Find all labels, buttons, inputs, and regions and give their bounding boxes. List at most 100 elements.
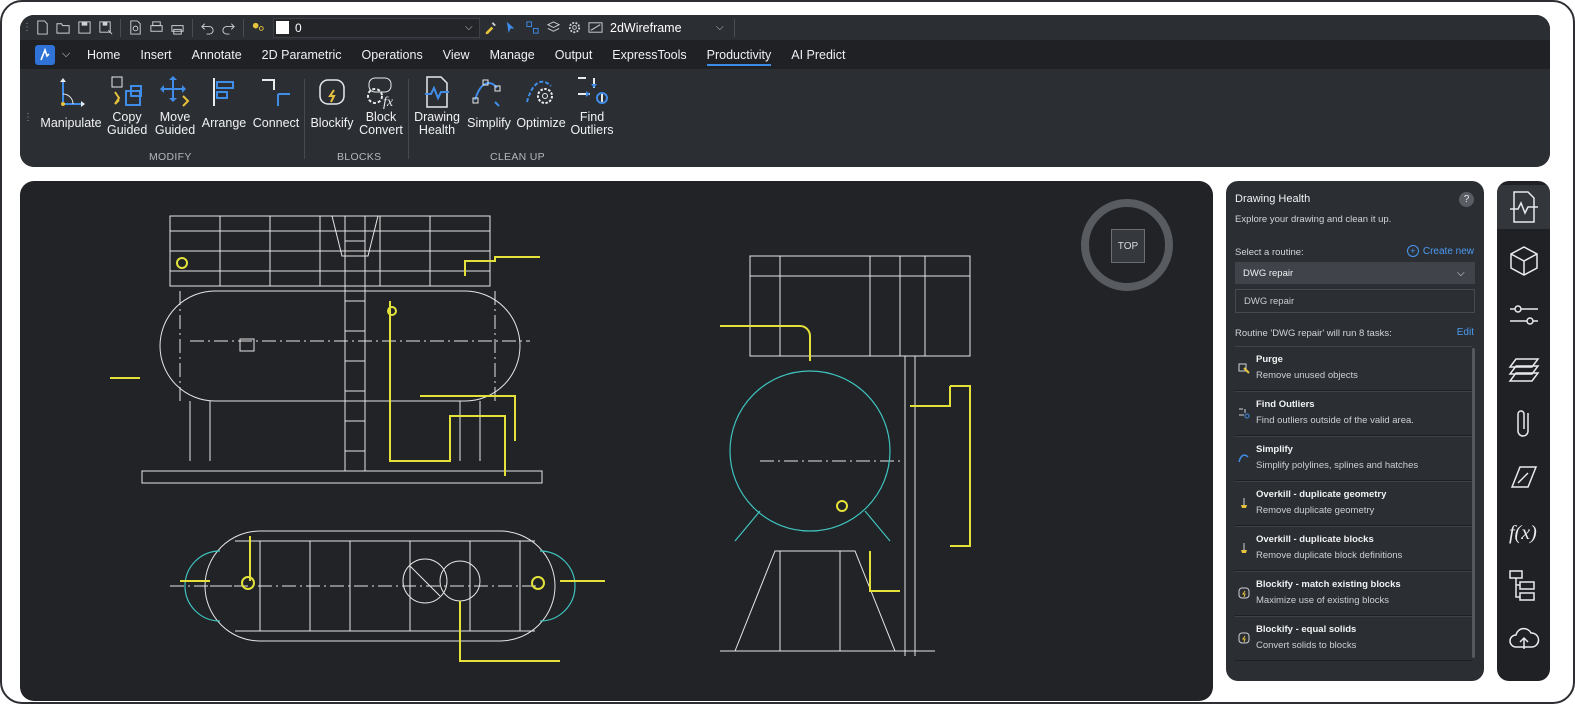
chevron-down-icon: ⌵ [465, 22, 473, 33]
task-item-overkill-blocks[interactable]: Overkill - duplicate blocks Remove dupli… [1235, 526, 1472, 571]
connect-button[interactable]: Connect [250, 73, 302, 130]
task-description: Maximize use of existing blocks [1256, 595, 1390, 606]
app-menu-icon[interactable] [35, 44, 55, 65]
save-icon[interactable] [74, 18, 94, 38]
tab-home[interactable]: Home [87, 44, 120, 66]
properties-icon[interactable] [522, 18, 542, 38]
blockify-button[interactable]: Blockify [308, 73, 356, 130]
layers-icon[interactable] [543, 18, 563, 38]
drawing-canvas[interactable]: TOP [20, 181, 1213, 701]
save-as-icon[interactable] [95, 18, 115, 38]
tabs-menu-chevron-icon[interactable]: ⌵ [55, 48, 77, 61]
routine-dropdown[interactable]: DWG repair ⌵ [1235, 262, 1475, 284]
move-guided-button[interactable]: Move Guided [153, 73, 197, 137]
blockify-icon [319, 79, 345, 105]
tab-output[interactable]: Output [555, 44, 593, 66]
blockify-icon [1238, 587, 1250, 599]
plot-icon[interactable] [167, 18, 187, 38]
copy-guided-button[interactable]: Copy Guided [107, 73, 147, 137]
task-title: Overkill - duplicate blocks [1256, 534, 1374, 545]
print-icon[interactable] [146, 18, 166, 38]
drawing-health-panel: Drawing Health ? Explore your drawing an… [1226, 181, 1484, 681]
structure-icon[interactable] [1497, 239, 1550, 283]
tab-annotate[interactable]: Annotate [192, 44, 242, 66]
task-description: Simplify polylines, splines and hatches [1256, 460, 1419, 471]
panel-subtitle: Explore your drawing and clean it up. [1235, 214, 1392, 225]
layer-dropdown[interactable]: 0 ⌵ [273, 17, 480, 38]
optimize-button[interactable]: Optimize [516, 73, 566, 130]
plus-icon: + [1406, 245, 1419, 257]
drawing-health-icon [425, 76, 449, 108]
svg-text:fx: fx [383, 95, 394, 110]
group-label-modify: MODIFY [149, 151, 192, 163]
edit-routine-link[interactable]: Edit [1457, 327, 1474, 338]
select-icon[interactable] [501, 18, 521, 38]
task-title: Blockify - equal solids [1256, 624, 1357, 635]
visual-style-dropdown[interactable]: 2dWireframe ⌵ [610, 19, 730, 37]
routine-summary: Routine 'DWG repair' will run 8 tasks: [1235, 328, 1392, 339]
task-title: Overkill - duplicate geometry [1256, 489, 1387, 500]
parameters-fx-icon[interactable]: f(x) [1497, 509, 1550, 553]
task-item-blockify-solids[interactable]: Blockify - equal solids Convert solids t… [1235, 616, 1472, 661]
drawing-health-label: Drawing Health [414, 110, 460, 137]
redo-icon[interactable] [218, 18, 238, 38]
hierarchy-icon[interactable] [1497, 563, 1550, 607]
arrange-button[interactable]: Arrange [199, 73, 249, 130]
ribbon: ⋮ 0 ⌵ 2dWireframe ⌵ ⌵ Home Insert Annota… [20, 15, 1550, 167]
tab-manage[interactable]: Manage [490, 44, 535, 66]
open-icon[interactable] [53, 18, 73, 38]
tab-productivity[interactable]: Productivity [706, 44, 772, 66]
task-item-simplify[interactable]: Simplify Simplify polylines, splines and… [1235, 436, 1472, 481]
arrange-label: Arrange [201, 116, 247, 130]
find-outliers-label: Find Outliers [570, 110, 614, 137]
drawing-health-icon[interactable] [1497, 185, 1550, 229]
visual-style-icon[interactable] [585, 18, 605, 38]
help-icon[interactable]: ? [1459, 192, 1474, 207]
layers-icon[interactable] [1497, 347, 1550, 391]
manipulate-button[interactable]: Manipulate [37, 73, 105, 130]
view-cube[interactable]: TOP [1081, 199, 1173, 291]
tab-insert[interactable]: Insert [140, 44, 171, 66]
tab-2d-parametric[interactable]: 2D Parametric [262, 44, 342, 66]
task-item-find-outliers[interactable]: Find Outliers Find outliers outside of t… [1235, 391, 1472, 436]
draw-order-icon[interactable] [1497, 455, 1550, 499]
move-guided-icon [160, 76, 190, 107]
attachments-icon[interactable] [1497, 401, 1550, 445]
create-new-button[interactable]: + Create new [1406, 245, 1474, 257]
drawing-health-button[interactable]: Drawing Health [413, 73, 461, 137]
properties-sliders-icon[interactable] [1497, 293, 1550, 337]
task-list-scrollbar[interactable] [1472, 348, 1475, 658]
manipulate-label: Manipulate [40, 116, 102, 130]
simplify-icon [472, 79, 501, 107]
task-title: Simplify [1256, 444, 1293, 455]
task-item-overkill-geometry[interactable]: Overkill - duplicate geometry Remove dup… [1235, 481, 1472, 526]
new-icon[interactable] [32, 18, 52, 38]
panel-grip-icon[interactable]: ⋮ [20, 69, 36, 167]
find-outliers-button[interactable]: Find Outliers [570, 73, 614, 137]
match-properties-icon[interactable] [480, 18, 500, 38]
routine-name-field[interactable]: DWG repair [1235, 289, 1475, 313]
simplify-button[interactable]: Simplify [465, 73, 513, 130]
tab-ai-predict[interactable]: AI Predict [791, 44, 845, 66]
toolbar-grip-icon[interactable]: ⋮ [22, 22, 32, 33]
task-item-blockify-match[interactable]: Blockify - match existing blocks Maximiz… [1235, 571, 1472, 616]
optimize-icon [526, 80, 553, 104]
routine-select-label: Select a routine: [1235, 247, 1304, 258]
layer-color-swatch [276, 21, 289, 34]
view-cube-face[interactable]: TOP [1111, 229, 1145, 263]
block-convert-button[interactable]: fx Block Convert [359, 73, 403, 137]
cad-drawing[interactable] [20, 181, 1213, 701]
undo-icon[interactable] [197, 18, 217, 38]
routine-dropdown-value: DWG repair [1243, 267, 1294, 279]
tab-operations[interactable]: Operations [362, 44, 423, 66]
cloud-upload-icon[interactable] [1497, 617, 1550, 661]
tab-view[interactable]: View [443, 44, 470, 66]
tab-expresstools[interactable]: ExpressTools [612, 44, 686, 66]
task-title: Blockify - match existing blocks [1256, 579, 1401, 590]
svg-text:f(x): f(x) [1509, 522, 1537, 544]
preview-icon[interactable] [125, 18, 145, 38]
layer-state-icon[interactable] [248, 18, 268, 38]
task-item-purge[interactable]: Purge Remove unused objects [1235, 346, 1472, 391]
manipulate-icon [60, 78, 85, 107]
settings-icon[interactable] [564, 18, 584, 38]
